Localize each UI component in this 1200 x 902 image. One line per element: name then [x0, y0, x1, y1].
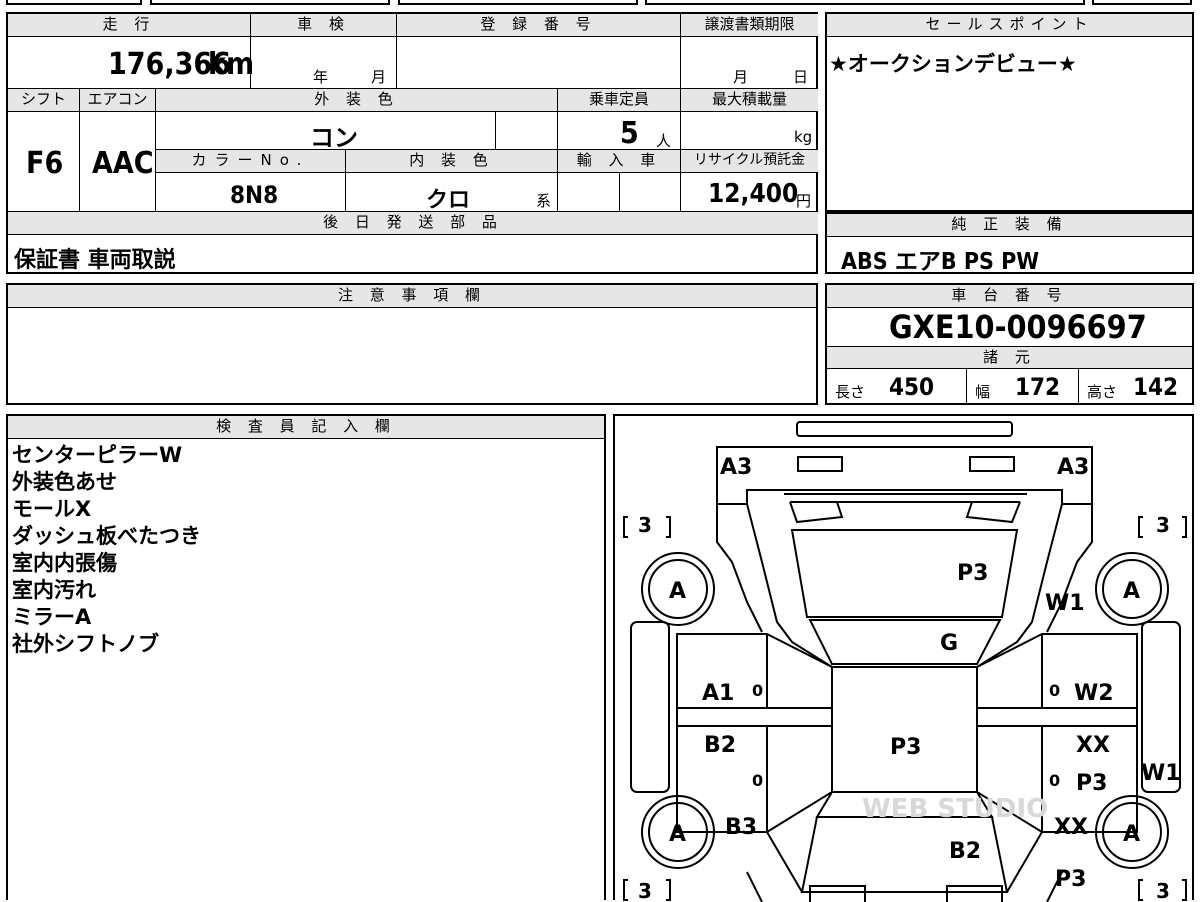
later-parts-header: 後 日 発 送 部 品: [8, 212, 818, 235]
tire-grade-tl: 3: [638, 513, 652, 537]
sales-point-box: セールスポイント ★オークションデビュー★: [825, 12, 1194, 212]
chassis-box: 車 台 番 号 GXE10-0096697 諸 元 長さ 450 幅 172 高…: [825, 283, 1194, 405]
sales-point-text: ★オークションデビュー★: [829, 52, 1077, 76]
transfer-day-label: 日: [793, 68, 809, 86]
inspector-note: 外装色あせ: [12, 470, 117, 494]
specs-header: 諸 元: [827, 346, 1192, 369]
width-label: 幅: [975, 383, 991, 401]
exterior-color-header: 外 装 色: [156, 89, 558, 112]
aircon-header: エアコン: [80, 89, 156, 112]
right-side-grade: W1: [1141, 761, 1181, 786]
rear-quarter-right-grade-1: XX: [1054, 815, 1088, 840]
inspector-box: 検 査 員 記 入 欄 センターピラーW 外装色あせ モールX ダッシュ板べたつ…: [6, 414, 606, 900]
inspection-header: 車 検: [251, 14, 397, 37]
inspector-note: センターピラーW: [12, 443, 183, 467]
inspection-month-label: 月: [371, 68, 387, 86]
front-door-left-grade: A1: [702, 681, 734, 706]
wheel-fr-grade: A: [1123, 579, 1140, 604]
inspector-note: モールX: [12, 497, 92, 521]
car-diagram: WEB STUDIO 3 3 3 3 A A A A A3 A3 P3 W1 G…: [623, 421, 1187, 902]
length-value: 450: [889, 373, 935, 401]
front-right-grade: A3: [1057, 455, 1089, 480]
interior-color-suffix: 系: [536, 192, 552, 210]
rear-quarter-left-grade: B3: [725, 815, 757, 840]
mileage-unit: km: [208, 47, 255, 82]
rear-door-left-grade: B2: [704, 733, 736, 758]
equipment-header: 純 正 装 備: [827, 214, 1192, 237]
shift-value: F6: [26, 146, 64, 181]
zero-mark: 0: [752, 681, 763, 700]
zero-mark: 0: [752, 771, 763, 790]
trunk-grade: B2: [949, 839, 981, 864]
wheel-rr-grade: A: [1123, 822, 1140, 847]
inspector-note: ミラーA: [12, 605, 92, 629]
zero-mark: 0: [1049, 771, 1060, 790]
inspection-year-label: 年: [313, 68, 329, 86]
width-value: 172: [1015, 373, 1061, 401]
equipment-box: 純 正 装 備 ABS エアB PS PW: [825, 212, 1194, 275]
wheel-fl-grade: A: [669, 579, 686, 604]
hood-grade: P3: [957, 561, 988, 586]
color-no-value: 8N8: [230, 181, 279, 209]
zero-mark: 0: [1049, 681, 1060, 700]
rear-door-right-grade-2: P3: [1076, 771, 1107, 796]
inspector-note: 社外シフトノブ: [12, 632, 159, 656]
inspector-notes-list: センターピラーW 外装色あせ モールX ダッシュ板べたつき 室内内張傷 室内汚れ…: [12, 442, 201, 658]
transfer-month-label: 月: [733, 68, 749, 86]
fender-right-grade: W1: [1045, 591, 1085, 616]
roof-grade: P3: [890, 735, 921, 760]
recycle-fee-unit: 円: [796, 192, 812, 210]
transfer-deadline-header: 譲渡書類期限: [681, 14, 818, 37]
tire-grade-bl: 3: [638, 879, 652, 902]
car-diagram-box: WEB STUDIO 3 3 3 3 A A A A A3 A3 P3 W1 G…: [613, 414, 1194, 902]
length-label: 長さ: [835, 383, 866, 401]
aircon-value: AAC: [92, 146, 154, 181]
max-load-unit: kg: [794, 128, 813, 146]
mileage-header: 走 行: [8, 14, 251, 37]
import-header: 輸 入 車: [558, 150, 681, 173]
notes-header: 注 意 事 項 欄: [8, 285, 816, 308]
capacity-unit: 人: [656, 132, 672, 150]
chassis-header: 車 台 番 号: [827, 285, 1192, 308]
shift-header: シフト: [8, 89, 80, 112]
vehicle-info-table: 走 行 車 検 登 録 番 号 譲渡書類期限 176,366 km 年 月 月 …: [6, 12, 818, 274]
recycle-fee-value: 12,400: [708, 179, 799, 209]
tire-grade-tr: 3: [1156, 513, 1170, 537]
sales-point-header: セールスポイント: [827, 14, 1192, 37]
front-door-right-grade: W2: [1074, 681, 1114, 706]
inspector-note: 室内内張傷: [12, 551, 117, 575]
registration-header: 登 録 番 号: [397, 14, 681, 37]
interior-color-value: クロ: [426, 188, 471, 213]
rear-door-right-grade-1: XX: [1076, 733, 1110, 758]
equipment-text: ABS エアB PS PW: [841, 249, 1040, 275]
exterior-color-value: コン: [310, 124, 358, 152]
recycle-header: リサイクル預託金: [681, 150, 818, 173]
inspector-header: 検 査 員 記 入 欄: [8, 416, 604, 439]
front-left-grade: A3: [720, 455, 752, 480]
height-label: 高さ: [1087, 383, 1118, 401]
height-value: 142: [1133, 373, 1179, 401]
color-no-header: カラーNo.: [156, 150, 346, 173]
capacity-header: 乗車定員: [558, 89, 681, 112]
watermark: WEB STUDIO: [862, 794, 1048, 824]
chassis-value: GXE10-0096697: [889, 308, 1147, 346]
inspector-note: 室内汚れ: [12, 578, 96, 602]
top-strip: [0, 0, 1200, 6]
notes-box: 注 意 事 項 欄: [6, 283, 818, 405]
inspector-note: ダッシュ板べたつき: [12, 524, 201, 548]
rear-quarter-right-grade-2: P3: [1055, 867, 1086, 892]
interior-color-header: 内 装 色: [346, 150, 558, 173]
windshield-grade: G: [940, 631, 958, 656]
tire-grade-br: 3: [1156, 879, 1170, 902]
wheel-rl-grade: A: [669, 822, 686, 847]
capacity-value: 5: [620, 116, 639, 151]
max-load-header: 最大積載量: [681, 89, 818, 112]
later-parts-value: 保証書 車両取説: [14, 248, 176, 273]
